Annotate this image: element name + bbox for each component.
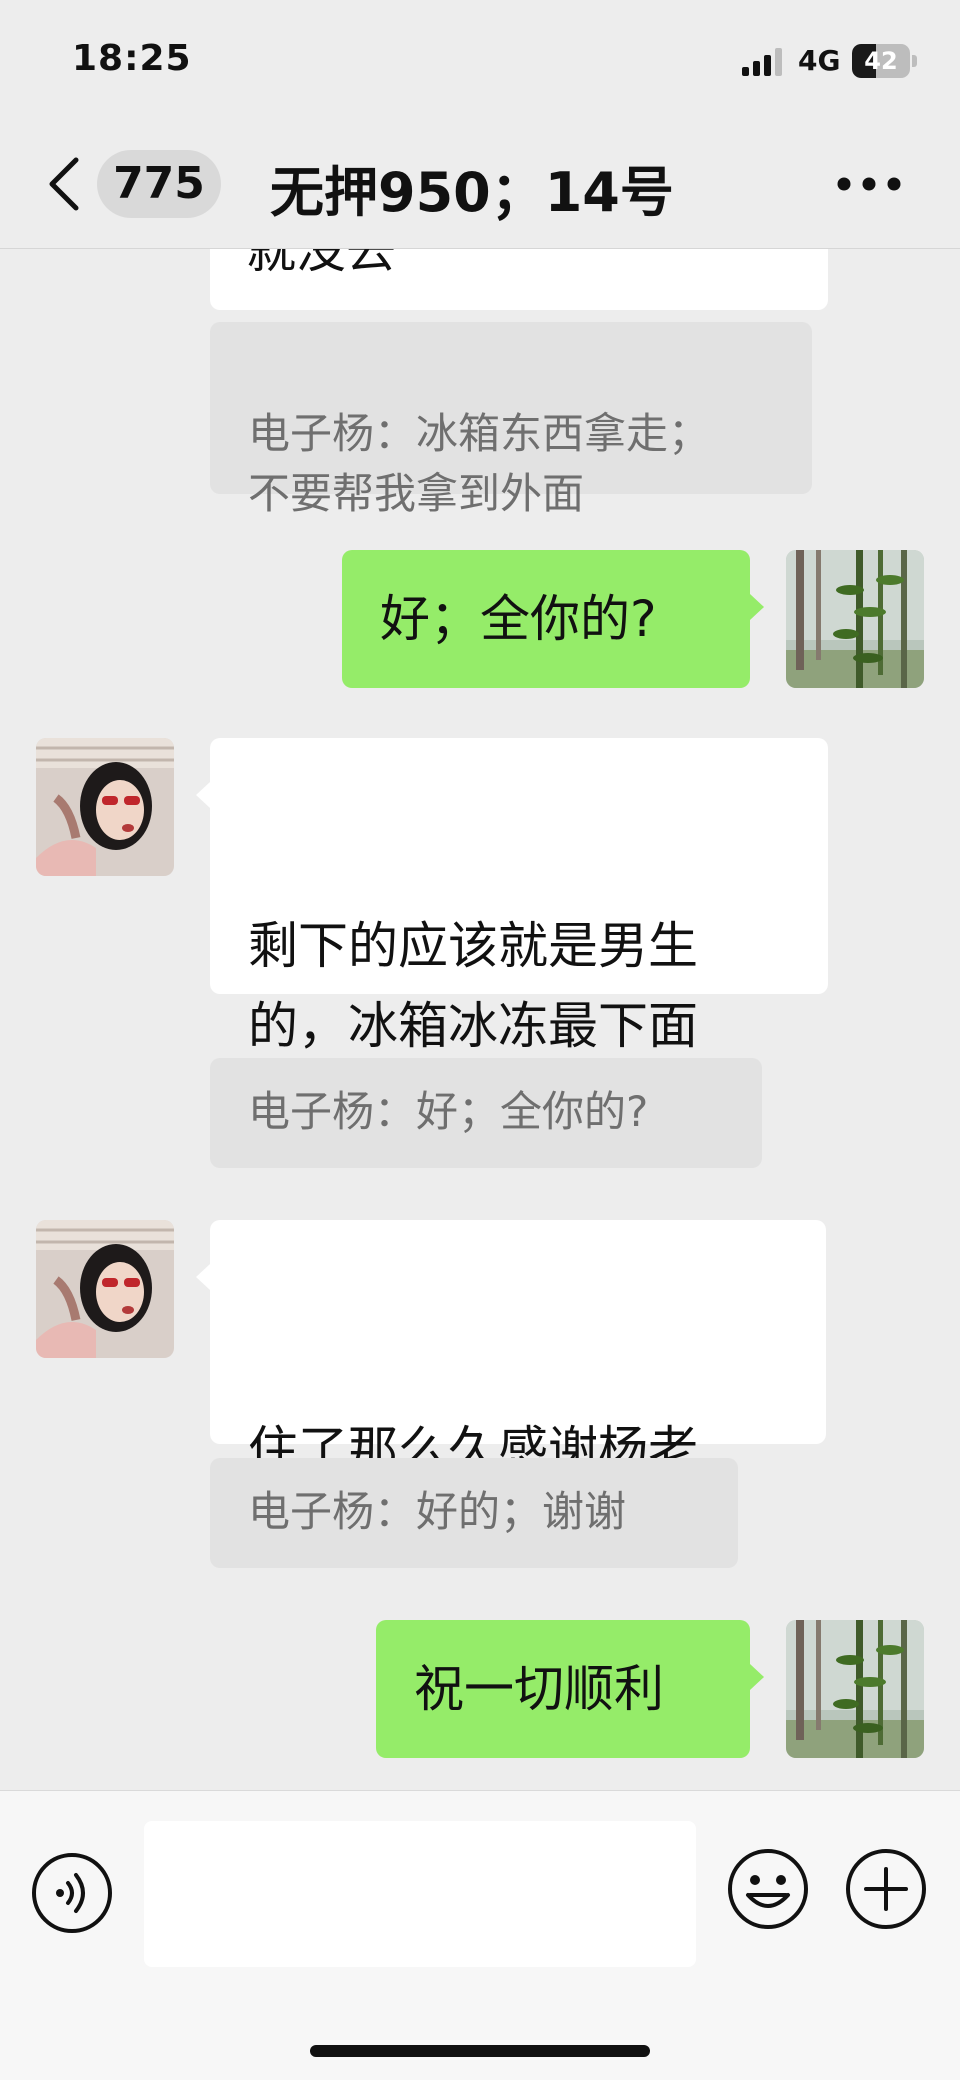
voice-icon[interactable] xyxy=(30,1851,114,1935)
chat-title: 无押950；14号 xyxy=(270,161,674,224)
input-bar xyxy=(0,1790,960,2080)
quoted-text: 电子杨：好的；谢谢 xyxy=(248,1487,627,1536)
bamboo-avatar-image xyxy=(786,550,924,688)
message-list[interactable]: 就没去 电子杨：冰箱东西拿走； 不要帮我拿到外面 好；全你的? 剩下的应该就是男… xyxy=(0,248,960,1790)
message-text: 就没去 xyxy=(246,248,396,279)
quoted-text: 电子杨：冰箱东西拿走； 不要帮我拿到外面 xyxy=(248,409,711,518)
contact-avatar[interactable] xyxy=(36,1220,174,1358)
quoted-message[interactable]: 电子杨：冰箱东西拿走； 不要帮我拿到外面 xyxy=(210,322,812,518)
message-bubble-outgoing[interactable]: 祝一切顺利 xyxy=(376,1620,764,1758)
status-time: 18:25 xyxy=(72,38,192,79)
message-bubble-incoming[interactable]: 剩下的应该就是男生 的，冰箱冰冻最下面 那个盒子是 xyxy=(196,738,828,1135)
chevron-left-icon[interactable] xyxy=(46,156,82,212)
battery-icon: 42 xyxy=(852,44,918,78)
battery-level: 42 xyxy=(864,47,898,75)
smiley-icon[interactable] xyxy=(726,1847,810,1931)
message-bubble-incoming[interactable]: 住了那么久感谢杨老 师的照顾 xyxy=(196,1220,826,1559)
network-type: 4G xyxy=(798,44,841,77)
contact-avatar-image xyxy=(36,738,174,876)
my-avatar[interactable] xyxy=(786,1620,924,1758)
contact-avatar[interactable] xyxy=(36,738,174,876)
signal-icon xyxy=(742,48,782,76)
unread-count-badge[interactable]: 775 xyxy=(97,150,221,218)
message-text: 好；全你的? xyxy=(380,590,657,648)
home-indicator xyxy=(310,2045,650,2057)
quoted-message[interactable]: 电子杨：好的；谢谢 xyxy=(210,1458,738,1568)
plus-circle-icon[interactable] xyxy=(844,1847,928,1931)
contact-avatar-image xyxy=(36,1220,174,1358)
quoted-message[interactable]: 电子杨：好；全你的? xyxy=(210,1058,762,1168)
message-bubble-incoming[interactable]: 就没去 xyxy=(210,248,828,310)
message-input[interactable] xyxy=(144,1821,696,1967)
message-bubble-outgoing[interactable]: 好；全你的? xyxy=(342,550,764,688)
bamboo-avatar-image xyxy=(786,1620,924,1758)
quoted-text: 电子杨：好；全你的? xyxy=(248,1087,649,1136)
chat-header: 775 无押950；14号 xyxy=(0,120,960,249)
status-bar: 18:25 4G 42 xyxy=(0,0,960,120)
message-text: 祝一切顺利 xyxy=(414,1660,664,1718)
ellipsis-icon[interactable] xyxy=(836,174,902,194)
my-avatar[interactable] xyxy=(786,550,924,688)
